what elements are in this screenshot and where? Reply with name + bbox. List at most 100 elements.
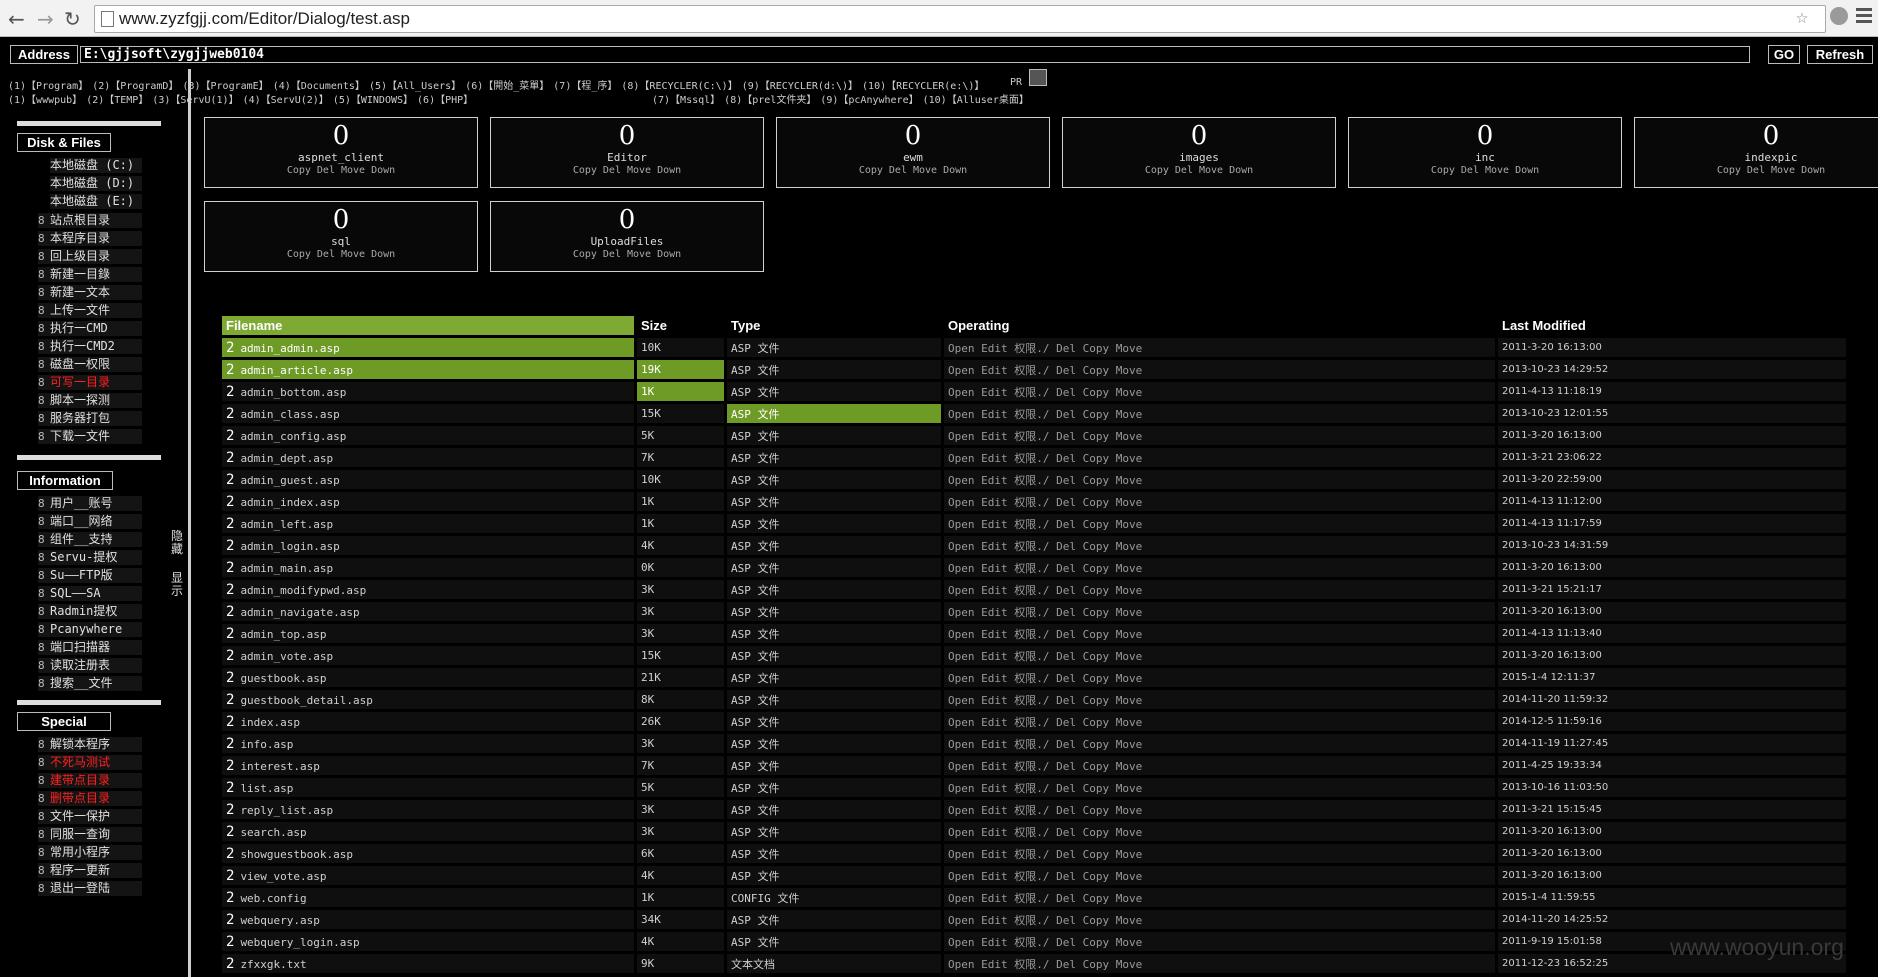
go-button[interactable]: GO: [1768, 45, 1800, 64]
operating-links[interactable]: Open Edit 权限./ Del Copy Move: [944, 624, 1495, 643]
filename-link[interactable]: admin_class.asp: [240, 408, 339, 421]
filename-link[interactable]: admin_article.asp: [240, 364, 353, 377]
folder-actions[interactable]: Copy Del Move Down: [777, 164, 1049, 177]
quick-link[interactable]: (10)【Alluser桌面】: [923, 95, 1029, 106]
col-last-modified[interactable]: Last Modified: [1498, 316, 1846, 335]
sidebar-item[interactable]: 8 磁盘一权限: [38, 357, 142, 372]
operating-links[interactable]: Open Edit 权限./ Del Copy Move: [944, 492, 1495, 511]
quick-link[interactable]: (5)【WINDOWS】: [333, 95, 413, 106]
operating-links[interactable]: Open Edit 权限./ Del Copy Move: [944, 932, 1495, 951]
filename-link[interactable]: guestbook.asp: [240, 672, 326, 685]
filename-cell[interactable]: 2 admin_admin.asp: [222, 338, 634, 357]
forward-icon[interactable]: →: [37, 7, 54, 31]
sidebar-item[interactable]: 8 端口__网络: [38, 514, 142, 529]
sidebar-item[interactable]: 8 用户__账号: [38, 496, 142, 511]
sidebar-item[interactable]: 8 下载一文件: [38, 429, 142, 444]
quick-link[interactable]: (1)【wwwpub】: [8, 95, 82, 106]
filename-link[interactable]: admin_top.asp: [240, 628, 326, 641]
filename-link[interactable]: admin_vote.asp: [240, 650, 333, 663]
filename-link[interactable]: web.config: [240, 892, 306, 905]
sidebar-item[interactable]: 8 SQL——SA: [38, 586, 142, 601]
sidebar-item[interactable]: 8 组件__支持: [38, 532, 142, 547]
sidebar-item[interactable]: 8 新建一文本: [38, 285, 142, 300]
folder-box[interactable]: 0 aspnet_client Copy Del Move Down: [204, 117, 478, 188]
filename-link[interactable]: zfxxgk.txt: [240, 958, 306, 971]
sidebar-item[interactable]: 8 站点根目录: [38, 213, 142, 228]
filename-cell[interactable]: 2 admin_main.asp: [222, 558, 634, 577]
operating-links[interactable]: Open Edit 权限./ Del Copy Move: [944, 668, 1495, 687]
sidebar-item[interactable]: 8 端口扫描器: [38, 640, 142, 655]
folder-box[interactable]: 0 Editor Copy Del Move Down: [490, 117, 764, 188]
folder-actions[interactable]: Copy Del Move Down: [205, 164, 477, 177]
quick-link[interactable]: (7)【程_序】: [553, 81, 617, 92]
filename-cell[interactable]: 2 showguestbook.asp: [222, 844, 634, 863]
filename-cell[interactable]: 2 admin_navigate.asp: [222, 602, 634, 621]
filename-cell[interactable]: 2 guestbook_detail.asp: [222, 690, 634, 709]
folder-box[interactable]: 0 images Copy Del Move Down: [1062, 117, 1336, 188]
operating-links[interactable]: Open Edit 权限./ Del Copy Move: [944, 822, 1495, 841]
filename-cell[interactable]: 2 admin_bottom.asp: [222, 382, 634, 401]
folder-box[interactable]: 0 ewm Copy Del Move Down: [776, 117, 1050, 188]
folder-actions[interactable]: Copy Del Move Down: [491, 248, 763, 261]
sidebar-item[interactable]: 8 Servu-提权: [38, 550, 142, 565]
sidebar-item[interactable]: 8 Pcanywhere: [38, 622, 142, 637]
operating-links[interactable]: Open Edit 权限./ Del Copy Move: [944, 910, 1495, 929]
filename-cell[interactable]: 2 admin_vote.asp: [222, 646, 634, 665]
filename-cell[interactable]: 2 webquery.asp: [222, 910, 634, 929]
sidebar-item[interactable]: 本地磁盘 (D:): [50, 176, 142, 191]
quick-link[interactable]: (2)【TEMP】: [86, 95, 148, 106]
folder-actions[interactable]: Copy Del Move Down: [1063, 164, 1335, 177]
operating-links[interactable]: Open Edit 权限./ Del Copy Move: [944, 558, 1495, 577]
filename-link[interactable]: admin_main.asp: [240, 562, 333, 575]
filename-cell[interactable]: 2 admin_config.asp: [222, 426, 634, 445]
filename-link[interactable]: guestbook_detail.asp: [240, 694, 372, 707]
folder-box[interactable]: 0 indexpic Copy Del Move Down: [1634, 117, 1878, 188]
operating-links[interactable]: Open Edit 权限./ Del Copy Move: [944, 866, 1495, 885]
filename-cell[interactable]: 2 reply_list.asp: [222, 800, 634, 819]
sidebar-item[interactable]: 本地磁盘 (E:): [50, 194, 142, 209]
filename-cell[interactable]: 2 admin_article.asp: [222, 360, 634, 379]
back-icon[interactable]: ←: [8, 7, 25, 31]
extension-icon[interactable]: [1830, 7, 1848, 25]
filename-cell[interactable]: 2 info.asp: [222, 734, 634, 753]
filename-link[interactable]: reply_list.asp: [240, 804, 333, 817]
operating-links[interactable]: Open Edit 权限./ Del Copy Move: [944, 954, 1495, 973]
show-sidebar-toggle[interactable]: 显示: [170, 572, 184, 598]
filename-cell[interactable]: 2 admin_index.asp: [222, 492, 634, 511]
filename-link[interactable]: index.asp: [240, 716, 300, 729]
operating-links[interactable]: Open Edit 权限./ Del Copy Move: [944, 646, 1495, 665]
filename-link[interactable]: admin_left.asp: [240, 518, 333, 531]
filename-cell[interactable]: 2 admin_left.asp: [222, 514, 634, 533]
filename-cell[interactable]: 2 view_vote.asp: [222, 866, 634, 885]
folder-actions[interactable]: Copy Del Move Down: [1635, 164, 1878, 177]
filename-cell[interactable]: 2 admin_class.asp: [222, 404, 634, 423]
operating-links[interactable]: Open Edit 权限./ Del Copy Move: [944, 514, 1495, 533]
filename-cell[interactable]: 2 interest.asp: [222, 756, 634, 775]
operating-links[interactable]: Open Edit 权限./ Del Copy Move: [944, 734, 1495, 753]
sidebar-item[interactable]: 8 建带点目录: [38, 773, 142, 788]
reload-icon[interactable]: ↻: [64, 7, 81, 31]
folder-name[interactable]: UploadFiles: [491, 235, 763, 248]
filename-link[interactable]: admin_login.asp: [240, 540, 339, 553]
quick-link[interactable]: (3)【ServU(1)】: [152, 95, 238, 106]
url-bar[interactable]: www.zyzfgjj.com/Editor/Dialog/test.asp: [94, 5, 1826, 33]
filename-link[interactable]: admin_guest.asp: [240, 474, 339, 487]
col-filename[interactable]: Filename: [222, 316, 634, 335]
filename-cell[interactable]: 2 list.asp: [222, 778, 634, 797]
sidebar-item[interactable]: 8 服务器打包: [38, 411, 142, 426]
refresh-button[interactable]: Refresh: [1807, 45, 1873, 64]
folder-box[interactable]: 0 inc Copy Del Move Down: [1348, 117, 1622, 188]
filename-link[interactable]: list.asp: [240, 782, 293, 795]
operating-links[interactable]: Open Edit 权限./ Del Copy Move: [944, 844, 1495, 863]
filename-cell[interactable]: 2 index.asp: [222, 712, 634, 731]
filename-cell[interactable]: 2 guestbook.asp: [222, 668, 634, 687]
folder-name[interactable]: aspnet_client: [205, 151, 477, 164]
quick-link[interactable]: (7)【Mssql】: [652, 95, 720, 106]
filename-cell[interactable]: 2 admin_top.asp: [222, 624, 634, 643]
folder-actions[interactable]: Copy Del Move Down: [491, 164, 763, 177]
quick-link[interactable]: (6)【開始_菜單】: [465, 81, 549, 92]
filename-cell[interactable]: 2 admin_modifypwd.asp: [222, 580, 634, 599]
filename-cell[interactable]: 2 webquery_login.asp: [222, 932, 634, 951]
filename-cell[interactable]: 2 admin_dept.asp: [222, 448, 634, 467]
filename-link[interactable]: admin_admin.asp: [240, 342, 339, 355]
